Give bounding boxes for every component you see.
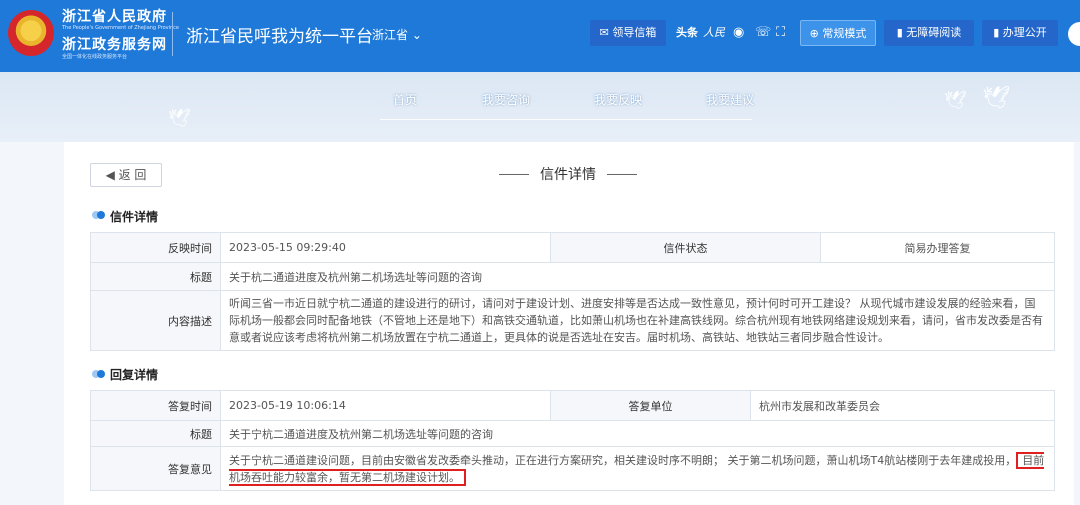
zoom-icon: ⊕ bbox=[809, 27, 819, 40]
scan-icon[interactable]: ⛶ bbox=[776, 24, 785, 42]
wechat-icon[interactable]: ◉ bbox=[733, 24, 744, 42]
dove-decoration-icon: 🕊 bbox=[168, 108, 191, 129]
platform-title[interactable]: 浙江省民呼我为统一平台 bbox=[186, 22, 373, 47]
letter-section-title: 信件详情 bbox=[110, 210, 159, 224]
reply-subject-value: 关于宁杭二通道进度及杭州第二机场选址等问题的咨询 bbox=[220, 420, 1055, 447]
section-dot-icon bbox=[92, 370, 106, 378]
service-subtitle: 全国一体化在线政务服务平台 bbox=[62, 54, 128, 60]
reply-time-value: 2023-05-19 10:06:14 bbox=[220, 390, 551, 421]
service-title[interactable]: 浙江政务服务网 bbox=[62, 34, 167, 54]
normal-mode-label: 常规模式 bbox=[822, 27, 867, 40]
letter-table: 反映时间 2023-05-15 09:29:40 信件状态 简易办理答复 标题 … bbox=[90, 232, 1055, 351]
nav-report[interactable]: 我要反映 bbox=[594, 91, 642, 108]
section-dot-icon bbox=[92, 211, 106, 219]
people-daily-icon[interactable]: 人民 bbox=[703, 24, 725, 42]
dove-decoration-icon: 🕊 bbox=[982, 86, 1010, 111]
dove-decoration-icon: 🕊 bbox=[944, 90, 967, 111]
reply-opinion-value: 关于宁杭二通道建设问题，目前由安徽省发改委牵头推动，正在进行方案研究，相关建设时… bbox=[220, 446, 1055, 491]
gov-title[interactable]: 浙江省人民政府 bbox=[62, 6, 167, 26]
reply-subject-label: 标题 bbox=[90, 420, 221, 447]
header-divider bbox=[172, 12, 173, 56]
reply-opinion-label: 答复意见 bbox=[90, 446, 221, 491]
back-button[interactable]: ◀ 返 回 bbox=[90, 163, 162, 187]
nav-underline bbox=[380, 119, 752, 120]
reply-unit-label: 答复单位 bbox=[550, 390, 751, 421]
letter-status-label: 信件状态 bbox=[550, 232, 821, 263]
user-avatar[interactable] bbox=[1068, 22, 1080, 46]
book-icon: ▮ bbox=[993, 26, 1000, 39]
reply-opinion-text: 关于宁杭二通道建设问题，目前由安徽省发改委牵头推动，正在进行方案研究，相关建设时… bbox=[229, 453, 1017, 467]
letter-content-value: 听闻三省一市近日就宁杭二通道的建设进行的研讨，请问对于建设计划、进度安排等是否达… bbox=[220, 290, 1055, 351]
top-header: ★ 浙江省人民政府 The People's Government of Zhe… bbox=[0, 0, 1080, 72]
open-affairs-button[interactable]: ▮ 办理公开 bbox=[982, 20, 1058, 46]
leader-mail-label: 领导信箱 bbox=[612, 26, 657, 39]
gov-subtitle: The People's Government of Zhejiang Prov… bbox=[62, 25, 179, 31]
national-emblem-logo: ★ bbox=[8, 10, 54, 56]
reply-table: 答复时间 2023-05-19 10:06:14 答复单位 杭州市发展和改革委员… bbox=[90, 390, 1055, 491]
normal-mode-button[interactable]: ⊕ 常规模式 bbox=[800, 20, 876, 46]
reply-unit-value: 杭州市发展和改革委员会 bbox=[750, 390, 1055, 421]
open-affairs-label: 办理公开 bbox=[1002, 26, 1047, 39]
phone-icon[interactable]: ☏ bbox=[755, 24, 771, 42]
letter-status-value: 简易办理答复 bbox=[820, 232, 1055, 263]
nav-banner: 首页 我要咨询 我要反映 我要建议 🕊 🕊 🕊 bbox=[0, 72, 1080, 142]
toutiao-icon[interactable]: 头条 bbox=[676, 24, 698, 42]
reply-time-label: 答复时间 bbox=[90, 390, 221, 421]
page-title: 信件详情 bbox=[499, 164, 637, 184]
mail-icon: ✉ bbox=[599, 26, 609, 39]
reply-section-title: 回复详情 bbox=[110, 368, 159, 382]
accessible-read-label: 无障碍阅读 bbox=[906, 26, 962, 39]
region-selector[interactable]: 浙江省 ⌄ bbox=[372, 26, 422, 43]
letter-subject-label: 标题 bbox=[90, 262, 221, 291]
nav-suggest[interactable]: 我要建议 bbox=[706, 91, 754, 108]
accessibility-icon: ▮ bbox=[896, 26, 903, 39]
accessible-read-button[interactable]: ▮ 无障碍阅读 bbox=[884, 20, 974, 46]
letter-time-value: 2023-05-15 09:29:40 bbox=[220, 232, 551, 263]
letter-time-label: 反映时间 bbox=[90, 232, 221, 263]
letter-content-label: 内容描述 bbox=[90, 290, 221, 351]
nav-consult[interactable]: 我要咨询 bbox=[482, 91, 530, 108]
letter-subject-value: 关于杭二通道进度及杭州第二机场选址等问题的咨询 bbox=[220, 262, 1055, 291]
nav-home[interactable]: 首页 bbox=[393, 91, 417, 108]
leader-mail-button[interactable]: ✉ 领导信箱 bbox=[590, 20, 666, 46]
